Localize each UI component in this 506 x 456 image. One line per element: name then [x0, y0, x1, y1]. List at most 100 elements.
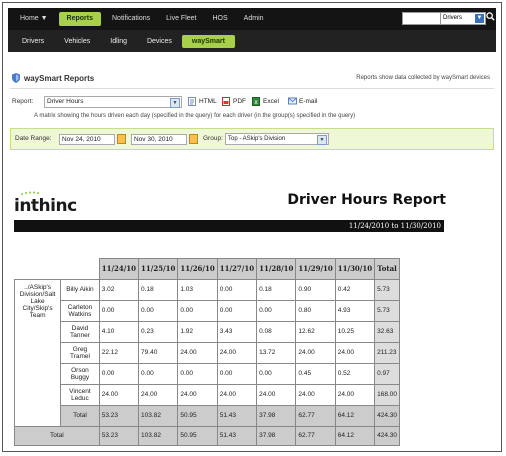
export-email-label: E-mail: [299, 98, 318, 105]
driver-hours-table: 11/24/10 11/25/10 11/26/10 11/27/10 11/2…: [13, 258, 400, 446]
excel-icon: x: [252, 97, 260, 106]
panel-header: waySmart Reports Reports show data colle…: [10, 70, 494, 89]
nav-home[interactable]: Home ▼: [12, 8, 56, 30]
table-cell: 24.00: [295, 383, 336, 406]
table-cell: 103.82: [138, 404, 179, 427]
table-cell: 24.00: [177, 383, 218, 406]
nav-notifications[interactable]: Notifications: [104, 8, 158, 30]
driver-name: Vincent Leduc: [60, 383, 100, 406]
row-total: 0.97: [374, 362, 400, 385]
table-cell: 50.95: [177, 425, 218, 446]
table-cell: 24.00: [256, 383, 297, 406]
logo-dots-icon: [21, 191, 39, 195]
tab-drivers[interactable]: Drivers: [12, 38, 54, 45]
export-excel-button[interactable]: x Excel: [252, 97, 279, 106]
report-select[interactable]: Driver Hours ▼: [44, 96, 182, 108]
table-cell: 0.00: [177, 362, 218, 385]
date-from-input[interactable]: Nov 24, 2010: [59, 134, 115, 145]
chevron-down-icon: ▼: [170, 98, 180, 108]
nav-admin[interactable]: Admin: [236, 8, 272, 30]
table-cell: 51.43: [216, 425, 258, 446]
table-cell: 3.43: [216, 320, 258, 343]
table-cell: 64.12: [334, 404, 376, 427]
table-cell: 1.03: [177, 278, 218, 301]
date-to-input[interactable]: Nov 30, 2010: [131, 134, 187, 145]
table-cell: 0.00: [138, 299, 179, 322]
pdf-icon: [222, 97, 230, 106]
search-icon[interactable]: [485, 12, 495, 25]
table-cell: 62.77: [295, 404, 336, 427]
tab-waysmart[interactable]: waySmart: [181, 34, 235, 48]
table-cell: 24.00: [334, 383, 376, 406]
table-cell: 53.23: [98, 425, 140, 446]
driver-name: Greg Tramel: [60, 341, 100, 364]
table-row: Orson Buggy 0.00 0.00 0.00 0.00 0.00 0.4…: [15, 362, 400, 385]
grand-total-row: Total 53.23 103.82 50.95 51.43 37.98 62.…: [14, 425, 400, 446]
nav-reports[interactable]: Reports: [58, 12, 101, 26]
table-cell: 0.80: [295, 299, 336, 322]
table-cell: 0.00: [256, 362, 297, 385]
chevron-down-icon: ▼: [317, 135, 327, 145]
nav-hos[interactable]: HOS: [205, 8, 236, 30]
table-cell: 24.00: [216, 383, 258, 406]
table-cell: 24.00: [177, 341, 218, 364]
table-cell: 3.02: [98, 278, 140, 301]
search-scope-select[interactable]: Drivers ▼: [440, 12, 486, 25]
tab-devices[interactable]: Devices: [137, 38, 182, 45]
column-header: Total: [374, 258, 400, 280]
tab-vehicles[interactable]: Vehicles: [54, 38, 100, 45]
table-cell: 4.10: [98, 320, 140, 343]
table-cell: 79.40: [138, 341, 179, 364]
group-select-value: Top - ASkip's Division: [228, 136, 286, 142]
table-row: ../ASkip's Division/Salt Lake City/Skip'…: [13, 278, 400, 427]
table-cell: 0.00: [216, 299, 258, 322]
export-html-button[interactable]: HTML: [188, 97, 217, 106]
table-cell: 0.52: [334, 362, 376, 385]
group-select[interactable]: Top - ASkip's Division ▼: [225, 133, 329, 145]
report-selector-row: Report: Driver Hours ▼ HTML PDF x Excel …: [10, 96, 494, 110]
table-cell: 53.23: [98, 404, 140, 427]
export-pdf-button[interactable]: PDF: [222, 97, 246, 106]
html-icon: [188, 97, 196, 106]
panel-title: waySmart Reports: [24, 74, 95, 83]
row-total: 5.73: [374, 299, 400, 322]
table-cell: 0.00: [98, 362, 140, 385]
table-cell: 24.00: [138, 383, 179, 406]
table-cell: 4.93: [334, 299, 376, 322]
export-email-button[interactable]: E-mail: [288, 97, 317, 106]
table-cell: 0.42: [334, 278, 376, 301]
nav-live-fleet[interactable]: Live Fleet: [158, 8, 204, 30]
row-total: 424.30: [374, 404, 400, 427]
table-cell: 0.23: [138, 320, 179, 343]
tab-idling[interactable]: Idling: [100, 38, 137, 45]
panel-note: Reports show data collected by waySmart …: [356, 75, 490, 81]
group-label: Group:: [203, 135, 223, 142]
table-cell: 0.45: [295, 362, 336, 385]
calendar-icon[interactable]: [189, 134, 198, 144]
driver-name: David Tanner: [60, 320, 100, 343]
report-title: Driver Hours Report: [287, 192, 446, 208]
company-logo: inthinc: [14, 196, 77, 216]
table-cell: 62.77: [295, 425, 336, 446]
row-total: 211.23: [374, 341, 400, 364]
calendar-icon[interactable]: [117, 134, 126, 144]
report-label: Report:: [12, 98, 34, 105]
table-cell: 24.00: [216, 341, 258, 364]
table-row: Carleton Watkins 0.00 0.00 0.00 0.00 0.0…: [15, 299, 400, 322]
export-pdf-label: PDF: [233, 98, 246, 105]
driver-name: Orson Buggy: [60, 362, 100, 385]
column-header: 11/27/10: [216, 258, 258, 280]
table-cell: 0.00: [256, 299, 297, 322]
search-scope-value: Drivers: [443, 15, 462, 21]
column-header: 11/30/10: [334, 258, 376, 280]
top-nav: Home ▼ Reports Notifications Live Fleet …: [8, 8, 496, 30]
sub-nav: Drivers Vehicles Idling Devices waySmart: [8, 30, 496, 52]
table-cell: 24.00: [295, 341, 336, 364]
table-cell: 0.00: [138, 362, 179, 385]
column-header: 11/26/10: [177, 258, 218, 280]
table-cell: 0.00: [216, 362, 258, 385]
table-cell: 0.00: [177, 299, 218, 322]
table-cell: 12.62: [295, 320, 336, 343]
table-cell: 103.82: [138, 425, 179, 446]
column-header: 11/25/10: [138, 258, 179, 280]
